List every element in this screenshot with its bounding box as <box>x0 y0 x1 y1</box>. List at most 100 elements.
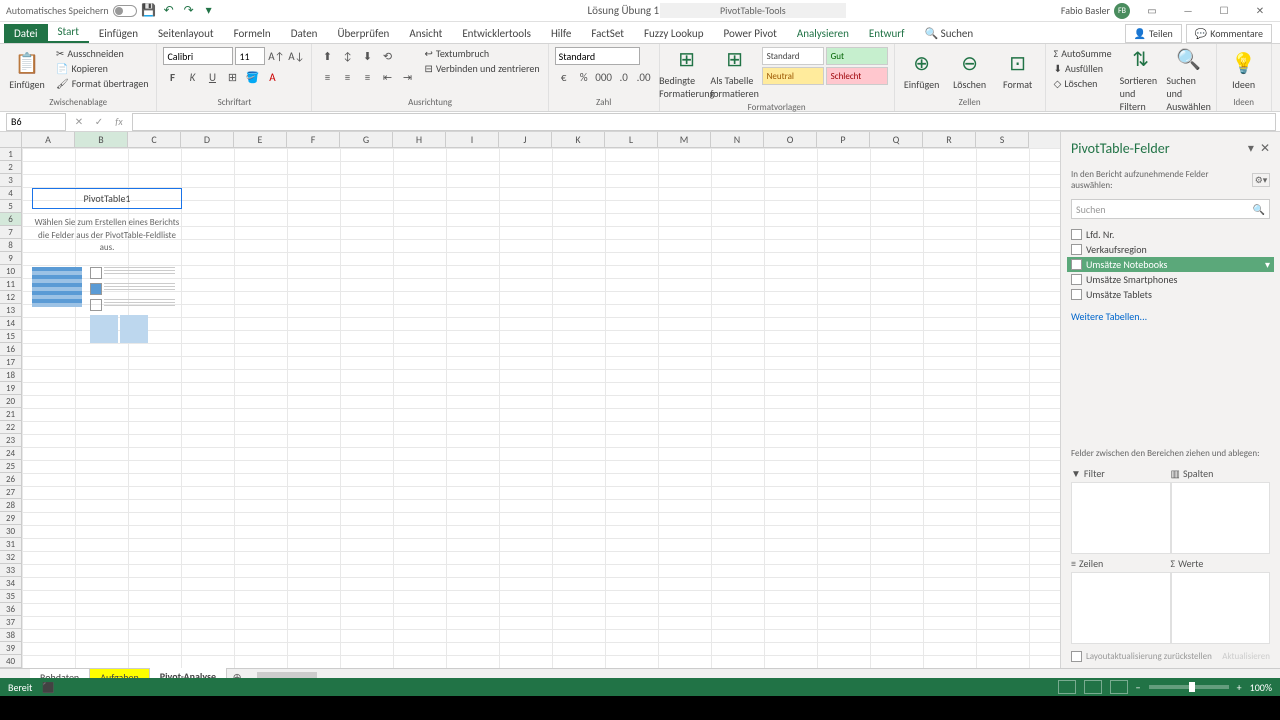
tab-start[interactable]: Start <box>48 22 89 43</box>
pane-dropdown-icon[interactable]: ▾ <box>1248 141 1254 156</box>
fill-button[interactable]: ⬇ Ausfüllen <box>1052 62 1114 75</box>
fill-color-button[interactable]: 🪣 <box>243 68 261 86</box>
merge-button[interactable]: ⊟ Verbinden und zentrieren <box>422 62 541 75</box>
row-header[interactable]: 38 <box>0 629 22 642</box>
indent-dec-icon[interactable]: ⇤ <box>378 68 396 86</box>
row-header[interactable]: 10 <box>0 265 22 278</box>
decrease-font-icon[interactable]: A↓ <box>287 47 305 65</box>
col-header[interactable]: G <box>340 132 393 148</box>
col-header[interactable]: I <box>446 132 499 148</box>
wrap-text-button[interactable]: ↩ Textumbruch <box>422 47 541 60</box>
cancel-formula-icon[interactable]: ✕ <box>70 113 88 131</box>
row-header[interactable]: 16 <box>0 343 22 356</box>
col-header[interactable]: H <box>393 132 446 148</box>
currency-icon[interactable]: € <box>555 68 573 86</box>
col-header[interactable]: Q <box>870 132 923 148</box>
row-header[interactable]: 25 <box>0 460 22 473</box>
gear-icon[interactable]: ⚙▾ <box>1252 173 1270 187</box>
pagelayout-view-icon[interactable] <box>1084 680 1102 694</box>
tab-file[interactable]: Datei <box>4 24 48 43</box>
field-search-input[interactable]: Suchen🔍 <box>1071 199 1270 219</box>
row-header[interactable]: 27 <box>0 486 22 499</box>
maximize-button[interactable]: ☐ <box>1210 3 1238 19</box>
row-header[interactable]: 32 <box>0 551 22 564</box>
row-header[interactable]: 6 <box>0 213 22 226</box>
row-header[interactable]: 17 <box>0 356 22 369</box>
col-header[interactable]: M <box>658 132 711 148</box>
row-header[interactable]: 8 <box>0 239 22 252</box>
delete-cells-button[interactable]: ⊖Löschen <box>949 47 991 95</box>
col-header[interactable]: P <box>817 132 870 148</box>
comments-button[interactable]: 💬 Kommentare <box>1186 24 1272 43</box>
rows-area[interactable]: ≡Zeilen <box>1071 555 1171 645</box>
tab-help[interactable]: Hilfe <box>541 24 581 43</box>
formula-bar[interactable] <box>132 113 1276 131</box>
checkbox[interactable] <box>1071 229 1082 240</box>
pagebreak-view-icon[interactable] <box>1110 680 1128 694</box>
field-item-hover[interactable]: Umsätze Notebooks▾ <box>1067 257 1274 272</box>
row-header[interactable]: 35 <box>0 590 22 603</box>
col-header[interactable]: J <box>499 132 552 148</box>
checkbox[interactable] <box>1071 244 1082 255</box>
row-header[interactable]: 39 <box>0 642 22 655</box>
col-header[interactable]: F <box>287 132 340 148</box>
tab-powerpivot[interactable]: Power Pivot <box>713 24 786 43</box>
col-header[interactable]: E <box>234 132 287 148</box>
style-good[interactable]: Gut <box>826 47 888 65</box>
col-header[interactable]: S <box>976 132 1029 148</box>
col-header[interactable]: L <box>605 132 658 148</box>
tab-factset[interactable]: FactSet <box>581 24 634 43</box>
tab-formulas[interactable]: Formeln <box>224 24 281 43</box>
tab-view[interactable]: Ansicht <box>399 24 452 43</box>
dec-decimal-icon[interactable]: .00 <box>635 68 653 86</box>
zoom-in-icon[interactable]: + <box>1237 681 1242 694</box>
ideas-button[interactable]: 💡Ideen <box>1223 47 1265 95</box>
format-cells-button[interactable]: ⊡Format <box>997 47 1039 95</box>
number-format-select[interactable] <box>555 47 640 65</box>
col-header[interactable]: B <box>75 132 128 148</box>
update-button[interactable]: Aktualisieren <box>1222 651 1270 662</box>
col-header[interactable]: N <box>711 132 764 148</box>
table-format-button[interactable]: ⊞Als Tabelle formatieren <box>714 47 756 100</box>
row-header[interactable]: 11 <box>0 278 22 291</box>
indent-inc-icon[interactable]: ⇥ <box>398 68 416 86</box>
field-item[interactable]: Umsätze Tablets <box>1071 287 1270 302</box>
name-box[interactable] <box>6 113 66 131</box>
border-button[interactable]: ⊞ <box>223 68 241 86</box>
minimize-button[interactable]: — <box>1174 3 1202 19</box>
sort-filter-button[interactable]: ⇅Sortieren und Filtern <box>1120 47 1162 113</box>
row-header[interactable]: 24 <box>0 447 22 460</box>
normal-view-icon[interactable] <box>1058 680 1076 694</box>
insert-cells-button[interactable]: ⊕Einfügen <box>901 47 943 95</box>
share-button[interactable]: 👤 Teilen <box>1125 24 1182 43</box>
row-header[interactable]: 23 <box>0 434 22 447</box>
align-bottom-icon[interactable]: ⬇ <box>358 47 376 65</box>
style-neutral[interactable]: Neutral <box>762 67 824 85</box>
field-item[interactable]: Verkaufsregion <box>1071 242 1270 257</box>
row-header[interactable]: 18 <box>0 369 22 382</box>
tab-insert[interactable]: Einfügen <box>89 24 148 43</box>
row-header[interactable]: 12 <box>0 291 22 304</box>
comma-icon[interactable]: 000 <box>595 68 613 86</box>
filter-area[interactable]: ▼Filter <box>1071 465 1171 555</box>
row-header[interactable]: 9 <box>0 252 22 265</box>
select-all-corner[interactable] <box>0 132 22 148</box>
row-header[interactable]: 37 <box>0 616 22 629</box>
inc-decimal-icon[interactable]: .0 <box>615 68 633 86</box>
checkbox[interactable] <box>1071 274 1082 285</box>
style-standard[interactable]: Standard <box>762 47 824 65</box>
row-header[interactable]: 31 <box>0 538 22 551</box>
tab-design[interactable]: Entwurf <box>859 24 915 43</box>
col-header[interactable]: A <box>22 132 75 148</box>
col-header[interactable]: K <box>552 132 605 148</box>
autosave-toggle[interactable]: Automatisches Speichern <box>6 4 137 17</box>
clear-button[interactable]: ◇ Löschen <box>1052 77 1114 90</box>
autosum-button[interactable]: Σ AutoSumme <box>1052 47 1114 60</box>
row-header[interactable]: 21 <box>0 408 22 421</box>
paste-button[interactable]: 📋Einfügen <box>6 47 48 95</box>
percent-icon[interactable]: % <box>575 68 593 86</box>
tab-review[interactable]: Überprüfen <box>327 24 399 43</box>
field-item[interactable]: Umsätze Smartphones <box>1071 272 1270 287</box>
find-select-button[interactable]: 🔍Suchen und Auswählen <box>1168 47 1210 113</box>
align-top-icon[interactable]: ⬆ <box>318 47 336 65</box>
